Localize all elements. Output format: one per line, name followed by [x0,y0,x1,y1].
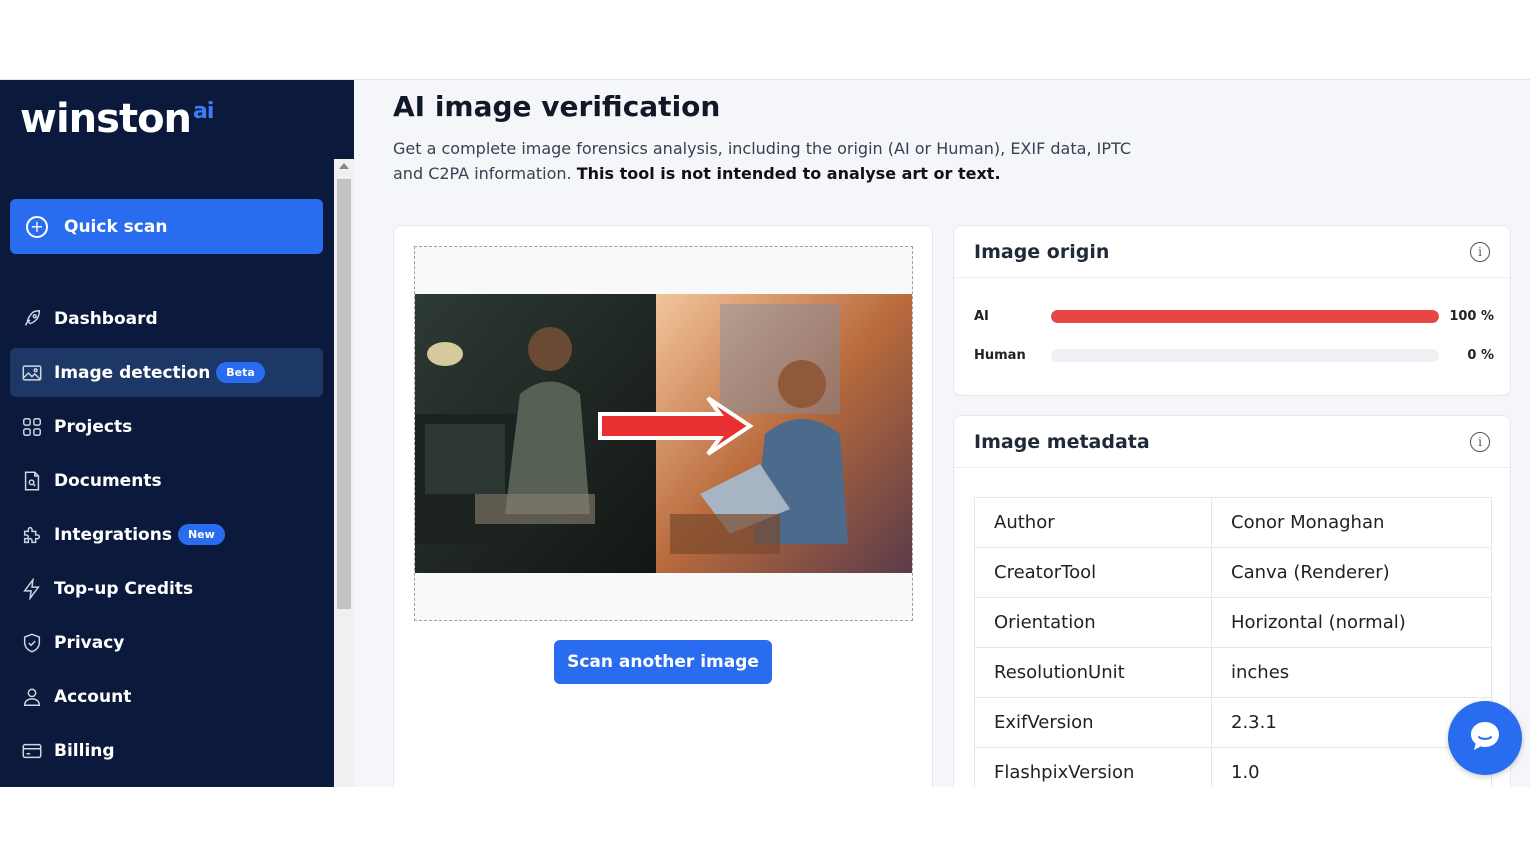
metadata-value: Horizontal (normal) [1211,597,1492,648]
sidebar-item-documents[interactable]: Documents [10,456,323,505]
sidebar-item-label: Image detection [54,362,211,383]
image-icon [21,362,43,384]
table-row: Author Conor Monaghan [974,497,1492,548]
metadata-key: FlashpixVersion [974,747,1212,787]
metadata-value: Canva (Renderer) [1211,547,1492,598]
sidebar-item-account[interactable]: Account [10,672,323,721]
table-row: ExifVersion 2.3.1 [974,697,1492,748]
quick-scan-button[interactable]: + Quick scan [10,199,323,254]
image-dropzone[interactable] [414,246,913,621]
ai-progress-bar [1051,309,1439,323]
scroll-up-icon[interactable] [339,163,349,169]
sidebar-edge [334,80,354,159]
sidebar-item-label: Documents [54,470,162,491]
page-title: AI image verification [393,90,721,123]
image-origin-title: Image origin [974,240,1110,263]
image-origin-card: Image origin i AI 100 % Human 0 % [953,225,1511,396]
document-icon [21,470,43,492]
shield-icon [21,632,43,654]
sidebar-item-billing[interactable]: Billing [10,726,323,775]
sidebar-scrollbar[interactable] [334,159,354,787]
sidebar-item-label: Top-up Credits [54,578,194,599]
human-progress-bar [1051,348,1439,362]
info-icon[interactable]: i [1470,431,1490,452]
info-icon[interactable]: i [1470,241,1490,262]
sidebar-item-label: Projects [54,416,133,437]
metadata-key: CreatorTool [974,547,1212,598]
grid-icon [21,416,43,438]
sidebar-item-label: Privacy [54,632,125,653]
upload-card: Scan another image [393,225,933,787]
rocket-icon [21,308,43,330]
puzzle-icon [21,524,43,546]
sidebar-item-integrations[interactable]: Integrations New [10,510,323,559]
metadata-value: inches [1211,647,1492,698]
table-row: FlashpixVersion 1.0 [974,747,1492,787]
chat-icon [1466,717,1504,759]
table-row: Orientation Horizontal (normal) [974,597,1492,648]
table-row: CreatorTool Canva (Renderer) [974,547,1492,598]
credit-card-icon [21,740,43,762]
metadata-key: Orientation [974,597,1212,648]
sidebar-item-label: Dashboard [54,308,158,329]
image-metadata-header: Image metadata i [954,416,1510,468]
image-metadata-card: Image metadata i Author Conor Monaghan Cr… [953,415,1511,787]
sidebar-item-privacy[interactable]: Privacy [10,618,323,667]
lightning-icon [21,577,43,600]
sidebar-item-top-up-credits[interactable]: Top-up Credits [10,564,323,613]
sidebar-item-projects[interactable]: Projects [10,402,323,451]
sidebar: winstonai + Quick scan Dashboard Image d… [0,80,334,787]
sidebar-item-dashboard[interactable]: Dashboard [10,294,323,343]
metadata-key: ExifVersion [974,697,1212,748]
sidebar-item-image-detection[interactable]: Image detection Beta [10,348,323,397]
metadata-key: ResolutionUnit [974,647,1212,698]
metadata-value: Conor Monaghan [1211,497,1492,548]
image-origin-header: Image origin i [954,226,1510,278]
user-icon [21,686,43,708]
uploaded-image-preview [415,294,912,573]
page-description: Get a complete image forensics analysis,… [393,139,1131,183]
app-window: winstonai + Quick scan Dashboard Image d… [0,79,1530,787]
chat-launcher-button[interactable] [1448,701,1522,775]
table-row: ResolutionUnit inches [974,647,1492,698]
origin-label: Human [974,347,1026,363]
plus-circle-icon: + [26,215,48,238]
scan-another-image-button[interactable]: Scan another image [554,640,772,684]
origin-percent: 0 % [1467,347,1494,363]
sidebar-item-label: Integrations [54,524,172,545]
image-metadata-title: Image metadata [974,430,1150,453]
origin-percent: 100 % [1449,308,1494,324]
metadata-key: Author [974,497,1212,548]
beta-badge: Beta [216,362,265,383]
origin-row-human: Human 0 % [974,345,1494,365]
new-badge: New [177,524,225,545]
metadata-value: 1.0 [1211,747,1492,787]
main-content: AI image verification Get a complete ima… [354,80,1530,787]
scrollbar-thumb[interactable] [337,179,351,609]
ai-progress-fill [1051,309,1439,323]
logo: winstonai [20,96,214,142]
metadata-table: Author Conor Monaghan CreatorTool Canva (R… [974,497,1492,787]
quick-scan-label: Quick scan [64,216,168,237]
sidebar-nav: Dashboard Image detection Beta Projects … [10,294,323,780]
origin-label: AI [974,308,989,324]
sidebar-item-label: Account [54,686,132,707]
origin-row-ai: AI 100 % [974,306,1494,326]
sidebar-item-label: Billing [54,740,115,761]
